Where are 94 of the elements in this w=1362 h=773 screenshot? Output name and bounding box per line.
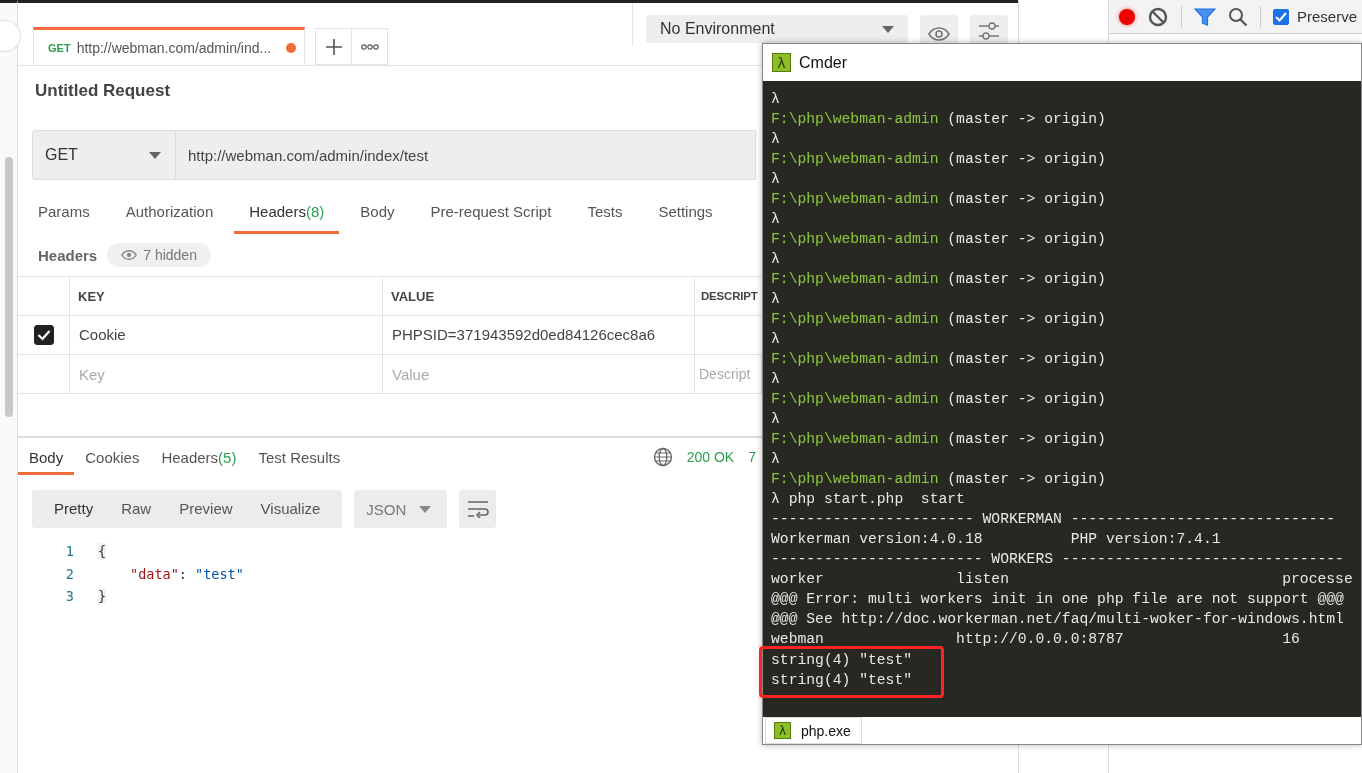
code-text: } [98,588,107,605]
terminal-line: F:\php\webman-admin (master -> origin) [771,230,1107,249]
more-icon [360,43,379,50]
response-tab[interactable]: Cookies [74,438,151,475]
terminal-line: @@@ See http://doc.workerman.net/faq/multi-woker-for-windows.html [771,610,1345,629]
terminal-line: λ [771,90,781,109]
terminal-line: F:\php\webman-admin (master -> origin) [771,470,1107,489]
request-option-tab[interactable]: Body [345,194,410,234]
terminal-line: F:\php\webman-admin (master -> origin) [771,270,1107,289]
terminal-line: F:\php\webman-admin (master -> origin) [771,190,1107,209]
method-label: GET [48,41,71,54]
response-time: 7 [748,448,756,465]
column-header: DESCRIPT [700,289,759,304]
format-dropdown[interactable]: JSON [354,490,448,528]
tab-title: http://webman.com/admin/ind... [76,39,273,56]
search-icon[interactable] [1228,6,1248,27]
code-text: { [98,543,107,560]
eye-icon [121,250,138,260]
terminal-line: F:\php\webman-admin (master -> origin) [771,430,1107,449]
request-option-tab[interactable]: Tests [572,194,638,234]
terminal-line: F:\php\webman-admin (master -> origin) [771,350,1107,369]
hidden-headers-toggle[interactable]: 7 hidden [107,243,211,267]
view-mode-tab[interactable]: Raw [107,490,166,528]
globe-icon [652,446,673,467]
environment-dropdown[interactable]: No Environment [646,15,908,43]
code-text: "data": "test" [130,565,244,582]
view-mode-tab[interactable]: Preview [165,490,247,528]
column-header: KEY [70,277,383,315]
scrollbar[interactable] [5,157,13,417]
window-title: Cmder [799,53,847,72]
terminal-line: λ [771,410,781,429]
terminal-line: F:\php\webman-admin (master -> origin) [771,150,1107,169]
request-name: Untitled Request [35,81,171,102]
status-code: 200 OK [686,448,735,465]
console-tab[interactable]: λ php.exe [765,717,862,744]
request-option-tab[interactable]: Settings [643,194,728,234]
checkbox-label: Preserve [1297,8,1358,25]
request-option-tab[interactable]: Authorization [110,194,229,234]
url-field[interactable]: http://webman.com/admin/index/test [176,130,756,180]
eye-icon [928,27,950,41]
terminal-line: λ php start.php start [771,490,966,509]
terminal-line: λ [771,330,781,349]
terminal-line: λ [771,450,781,469]
line-number: 2 [64,565,74,582]
section-title: Headers [38,246,98,264]
sliders-icon [978,21,1000,41]
terminal-line: λ [771,250,781,269]
caret-icon [149,151,161,159]
wrap-icon [465,500,490,518]
eye-button[interactable] [920,15,958,43]
terminal-line: λ [771,370,781,389]
terminal-line: ------------------------ WORKERS -------------------------------- [771,550,1345,569]
line-number: 3 [64,588,74,605]
terminal-line: F:\php\webman-admin (master -> origin) [771,310,1107,329]
checkbox[interactable] [1273,8,1289,25]
terminal-line: Workerman version:4.0.18 PHP version:7.4.1 [771,530,1222,549]
terminal-line: worker listen processe [771,570,1354,589]
terminal-line: string(4) "test" [771,651,914,670]
terminal-line: F:\php\webman-admin (master -> origin) [771,110,1107,129]
terminal-line: F:\php\webman-admin (master -> origin) [771,390,1107,409]
terminal-line: λ [771,290,781,309]
checkbox[interactable] [33,325,54,345]
line-number: 1 [64,543,74,560]
more-button[interactable] [351,28,388,65]
wrap-button[interactable] [459,490,497,528]
response-tab[interactable]: Test Results [247,438,352,475]
settings-button[interactable] [970,15,1008,43]
terminal-line: λ [771,130,781,149]
request-option-tab[interactable]: Pre-request Script [415,194,567,234]
terminal-line: ----------------------- WORKERMAN ------------------------------ [771,510,1337,529]
app-logo: λ [772,53,791,72]
filter-icon[interactable] [1194,6,1216,27]
response-tab[interactable]: Body [18,438,75,475]
method-dropdown[interactable]: GET [32,130,176,180]
request-option-tab[interactable]: Params [23,194,105,234]
caret-icon [419,505,432,513]
record-button[interactable] [1119,8,1135,25]
plus-icon [324,37,343,56]
caret-icon [882,25,894,33]
new-tab-button[interactable] [315,28,352,65]
response-tab[interactable]: Headers(5) [150,438,248,475]
request-option-tab[interactable]: Headers(8) [234,194,340,234]
terminal-line: webman http://0.0.0.0:8787 16 [771,630,1301,649]
terminal-line: λ [771,170,781,189]
column-header: VALUE [383,277,695,315]
request-tab[interactable]: GET http://webman.com/admin/ind... [33,27,305,65]
view-mode-tab[interactable]: Pretty [40,490,108,528]
terminal-line: @@@ Error: multi workers init in one php file are not support @@@ [771,590,1345,609]
table-cell[interactable]: PHPSID=371943592d0ed84126cec8a6 [383,316,695,354]
view-mode-tab[interactable]: Visualize [246,490,335,528]
terminal-line: string(4) "test" [771,671,914,690]
clear-icon[interactable] [1147,5,1169,28]
table-cell[interactable]: Cookie [70,316,383,354]
terminal-line: λ [771,210,781,229]
